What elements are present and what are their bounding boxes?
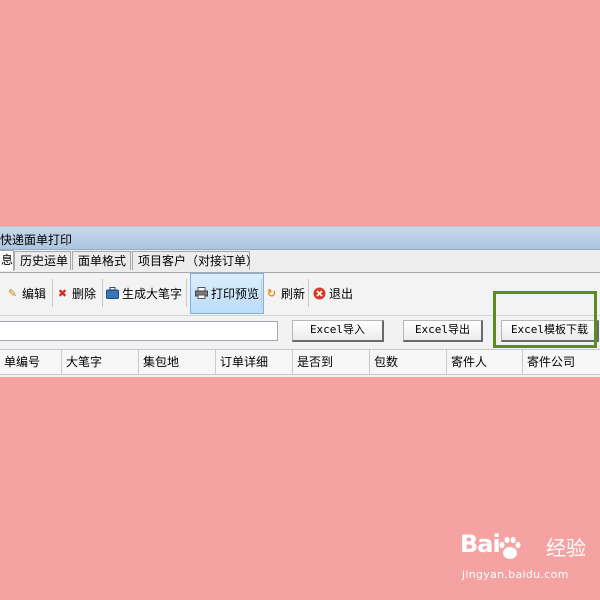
column-header[interactable]: 包数 (370, 350, 447, 374)
print-preview-button[interactable]: 打印预览 (190, 273, 265, 314)
search-input[interactable] (0, 321, 278, 341)
printer-icon (195, 287, 208, 300)
toolbar-divider (186, 279, 187, 307)
refresh-label: 刷新 (281, 286, 306, 301)
watermark-url: jingyan.baidu.com (462, 568, 569, 581)
refresh-button[interactable]: ↻ 刷新 (265, 273, 305, 313)
column-header[interactable]: 大笔字 (62, 350, 139, 374)
tab-strip: 息 历史运单 面单格式 项目客户（对接订单） (0, 250, 600, 273)
paw-icon (499, 536, 521, 559)
toolbar-divider (102, 279, 103, 307)
toolbar-divider (308, 279, 309, 307)
column-header[interactable]: 寄件人 (447, 350, 523, 374)
column-header[interactable]: 寄件公司 (523, 350, 600, 374)
pencil-icon: ✎ (7, 286, 18, 300)
watermark-brand-a: Bai (460, 530, 501, 558)
column-header[interactable]: 单编号 (0, 350, 62, 374)
edit-button[interactable]: ✎ 编辑 (6, 273, 46, 313)
column-header[interactable]: 订单详细 (216, 350, 293, 374)
tab-project-clients[interactable]: 项目客户（对接订单） (132, 251, 258, 270)
toolbar-divider (52, 279, 53, 307)
tab-history[interactable]: 历史运单 (14, 251, 71, 270)
tab-info[interactable]: 息 (0, 250, 14, 271)
exit-icon (313, 287, 326, 300)
column-header[interactable]: 集包地 (139, 350, 216, 374)
excel-import-button[interactable]: Excel导入 (292, 320, 384, 342)
table-header: 单编号 大笔字 集包地 订单详细 是否到 包数 寄件人 寄件公司 (0, 349, 600, 375)
toolbar-divider (261, 279, 262, 307)
baidu-jingyan-watermark: Bai 经验 jingyan.baidu.com (460, 530, 600, 590)
refresh-icon: ↻ (266, 286, 277, 300)
print-preview-label: 打印预览 (211, 287, 260, 301)
exit-label: 退出 (329, 286, 354, 301)
excel-export-button[interactable]: Excel导出 (403, 320, 483, 342)
generate-bigfont-button[interactable]: 生成大笔字 (106, 273, 182, 313)
briefcase-icon (106, 286, 119, 300)
exit-button[interactable]: 退出 (313, 273, 353, 313)
delete-button[interactable]: ✖ 删除 (56, 273, 96, 313)
highlight-box (493, 291, 597, 348)
title-bar: 快递面单打印 (0, 227, 600, 250)
tab-format[interactable]: 面单格式 (72, 251, 131, 270)
edit-label: 编辑 (22, 286, 47, 301)
generate-label: 生成大笔字 (122, 286, 183, 301)
delete-label: 删除 (72, 286, 97, 301)
delete-x-icon: ✖ (57, 286, 68, 300)
column-header[interactable]: 是否到 (293, 350, 370, 374)
window-title: 快递面单打印 (0, 233, 73, 247)
watermark-jingyan: 经验 (546, 536, 586, 560)
